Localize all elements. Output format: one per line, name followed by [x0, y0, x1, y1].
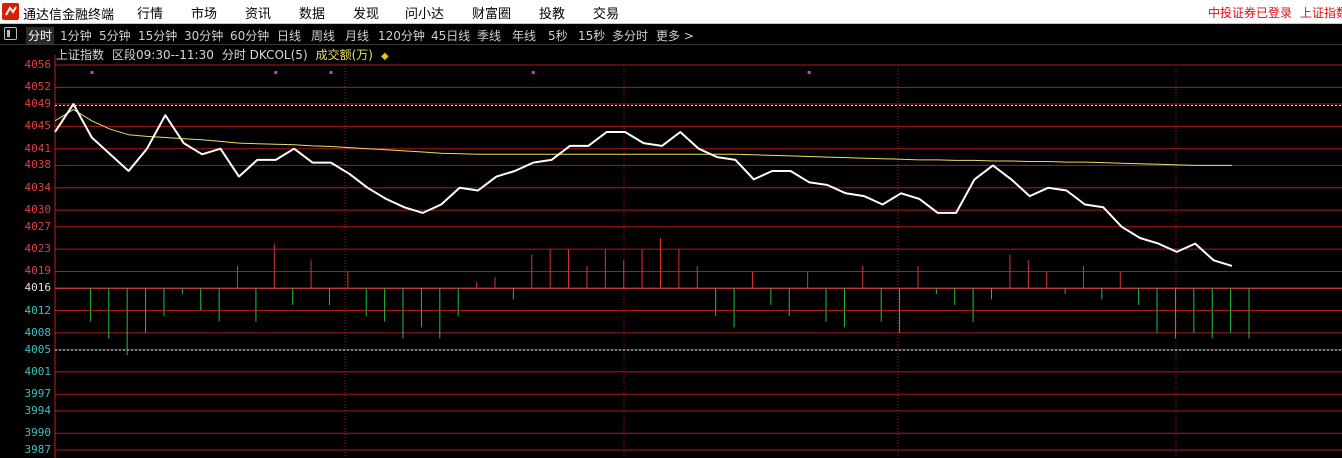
y-tick-label: 4045 [24, 119, 52, 133]
y-tick-label: 3987 [24, 443, 52, 456]
index-name-label: 上证指数 [56, 48, 105, 62]
average-price-line [54, 109, 1232, 166]
event-marker [90, 71, 94, 74]
intraday-chart[interactable] [0, 0, 1342, 458]
y-tick-label: 3994 [24, 403, 52, 417]
y-tick-label: 4001 [24, 364, 52, 378]
y-tick-label: 3997 [24, 387, 52, 401]
y-tick-label: 4056 [24, 58, 52, 71]
y-tick-label: 4034 [24, 180, 52, 194]
event-marker [274, 71, 278, 74]
indicator-label[interactable]: 分时 DKCOL(5) [222, 48, 308, 62]
event-marker [531, 71, 535, 74]
event-marker [807, 71, 811, 74]
volume-label: 成交额(万) [315, 48, 373, 62]
y-tick-label: 4008 [24, 325, 52, 339]
y-tick-label: 4052 [24, 80, 52, 94]
event-marker [329, 71, 333, 74]
y-tick-label: 4012 [24, 303, 52, 317]
y-tick-label: 4019 [24, 264, 52, 278]
y-tick-label: 4041 [24, 141, 52, 155]
y-tick-label: 4030 [24, 203, 52, 217]
chart-header: 上证指数 区段09:30--11:30 分时 DKCOL(5) 成交额(万) ◆ [56, 46, 397, 62]
y-axis: 4056 4052 4049 4045 4041 4038 4034 4030 4027 4023… [0, 55, 54, 458]
time-range-label: 区段09:30--11:30 [112, 48, 214, 62]
y-tick-label: 4005 [24, 342, 52, 356]
y-tick-label: 4027 [24, 219, 52, 233]
y-tick-label: 4016 [24, 281, 52, 295]
y-tick-label: 4049 [24, 97, 52, 111]
y-tick-label: 3990 [24, 426, 52, 440]
price-line [54, 103, 1233, 267]
y-tick-label: 4023 [24, 242, 52, 256]
indicator-switch-icon[interactable]: ◆ [381, 51, 389, 62]
y-tick-label: 4038 [24, 158, 52, 172]
